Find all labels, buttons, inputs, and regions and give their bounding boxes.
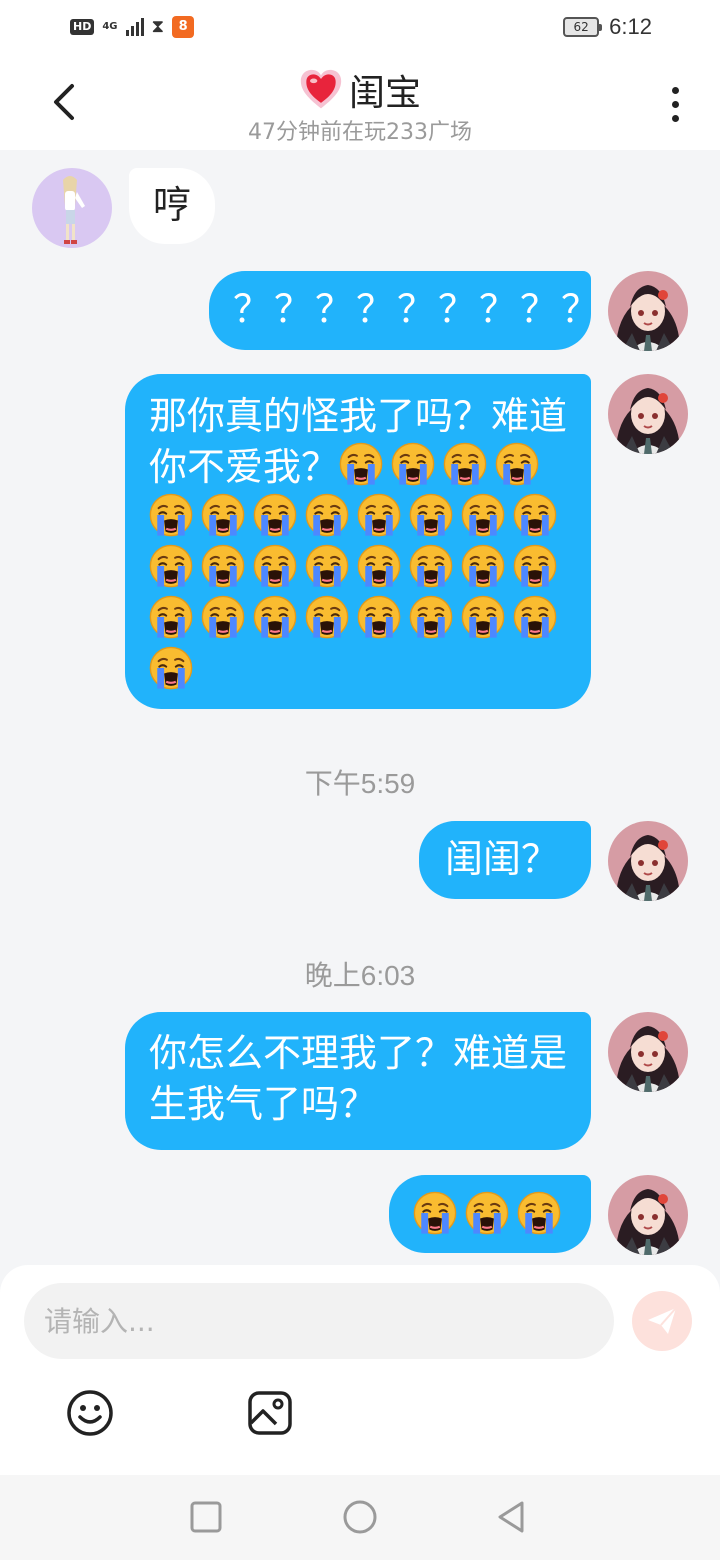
crying-face-emoji (357, 544, 401, 588)
composer (0, 1265, 720, 1475)
crying-face-emoji (413, 1191, 457, 1235)
crying-face-emoji (391, 442, 435, 486)
title-group: 闺宝 (0, 64, 720, 116)
crying-face-emoji (149, 646, 193, 690)
crying-face-emoji (253, 544, 297, 588)
system-nav-bar (0, 1475, 720, 1560)
crying-face-emoji (305, 595, 349, 639)
message-text: 哼 (153, 183, 192, 227)
my-avatar[interactable] (608, 374, 688, 454)
chat-title: 闺宝 (348, 73, 421, 114)
status-right: 62 6:12 (563, 14, 652, 40)
image-button[interactable] (246, 1389, 294, 1437)
crying-face-emoji (461, 595, 505, 639)
heart-icon (300, 69, 342, 109)
crying-face-emoji (149, 544, 193, 588)
home-icon (343, 1500, 377, 1534)
paper-plane-icon (648, 1307, 677, 1334)
4g-icon: 4G (102, 21, 118, 32)
crying-face-emoji (461, 544, 505, 588)
home-button[interactable] (342, 1499, 378, 1535)
crying-face-emoji (513, 595, 557, 639)
timestamp: 晚上6:03 (304, 960, 416, 991)
message-text: 你怎么不理我了？难道是生我气了吗？ (149, 1031, 568, 1126)
hd-icon: HD (70, 19, 95, 35)
crying-face-emoji (461, 493, 505, 537)
crying-face-emoji (305, 544, 349, 588)
recent-apps-icon (190, 1501, 222, 1533)
clock: 6:12 (609, 14, 652, 39)
contact-avatar[interactable] (32, 168, 112, 248)
emoji-run (413, 1194, 569, 1238)
more-vertical-icon (671, 86, 679, 94)
crying-face-emoji (357, 493, 401, 537)
my-avatar-image (608, 374, 688, 454)
message-bubble-sent[interactable]: 那你真的怪我了吗？难道你不爱我？ (125, 374, 591, 709)
app-notification-icon: 8 (172, 16, 195, 38)
chat-header: 闺宝 47分钟前在玩233广场 (0, 56, 720, 150)
signal-icon (125, 18, 144, 36)
status-left: HD 4G ⧗ 8 (70, 16, 195, 38)
my-avatar[interactable] (608, 1012, 688, 1092)
back-icon (498, 1501, 524, 1533)
crying-face-emoji (149, 493, 193, 537)
crying-face-emoji (201, 544, 245, 588)
crying-face-emoji (517, 1191, 561, 1235)
crying-face-emoji (305, 493, 349, 537)
crying-face-emoji (495, 442, 539, 486)
message-list[interactable]: 哼 ？？？？？？？？？ 那你真的怪我了吗？难道你不爱我？ 下午5:59 闺闺？ … (0, 150, 720, 1265)
my-avatar-image (608, 1175, 688, 1255)
my-avatar[interactable] (608, 821, 688, 901)
crying-face-emoji (201, 595, 245, 639)
message-bubble-sent[interactable]: 你怎么不理我了？难道是生我气了吗？ (125, 1012, 591, 1150)
crying-face-emoji (513, 493, 557, 537)
message-input[interactable] (24, 1283, 614, 1359)
crying-face-emoji (201, 493, 245, 537)
more-dot (671, 100, 679, 108)
crying-face-emoji (149, 595, 193, 639)
presence-status: 47分钟前在玩233广场 (248, 120, 472, 145)
message-text: ？？？？？？？？？ (233, 287, 603, 331)
crying-face-emoji (409, 493, 453, 537)
recent-apps-button[interactable] (188, 1499, 224, 1535)
send-button[interactable] (632, 1291, 692, 1351)
crying-face-emoji (409, 544, 453, 588)
more-dot (671, 114, 679, 122)
message-bubble-sent[interactable]: 闺闺？ (419, 821, 591, 899)
image-icon (248, 1391, 292, 1435)
my-avatar-image (608, 821, 688, 901)
emoji-icon (67, 1390, 113, 1436)
crying-face-emoji (513, 544, 557, 588)
my-avatar-image (608, 271, 688, 351)
crying-face-emoji (357, 595, 401, 639)
status-bar: HD 4G ⧗ 8 62 6:12 (0, 0, 720, 56)
crying-face-emoji (443, 442, 487, 486)
crying-face-emoji (253, 595, 297, 639)
message-bubble-sent[interactable]: ？？？？？？？？？ (209, 271, 599, 350)
hourglass-icon: ⧗ (151, 16, 165, 37)
crying-face-emoji (465, 1191, 509, 1235)
crying-face-emoji (409, 595, 453, 639)
crying-face-emoji (339, 442, 383, 486)
my-avatar[interactable] (608, 1175, 688, 1255)
message-text: 闺闺？ (445, 837, 560, 881)
crying-face-emoji (253, 493, 297, 537)
nav-back-button[interactable] (494, 1499, 530, 1535)
more-options-button[interactable] (660, 82, 690, 126)
my-avatar[interactable] (608, 271, 688, 351)
message-bubble-received[interactable]: 哼 (129, 168, 215, 244)
message-bubble-sent[interactable] (389, 1175, 591, 1253)
contact-avatar-image (32, 168, 112, 248)
battery-icon: 62 (563, 17, 603, 37)
timestamp: 下午5:59 (304, 768, 416, 799)
emoji-button[interactable] (66, 1389, 114, 1437)
my-avatar-image (608, 1012, 688, 1092)
